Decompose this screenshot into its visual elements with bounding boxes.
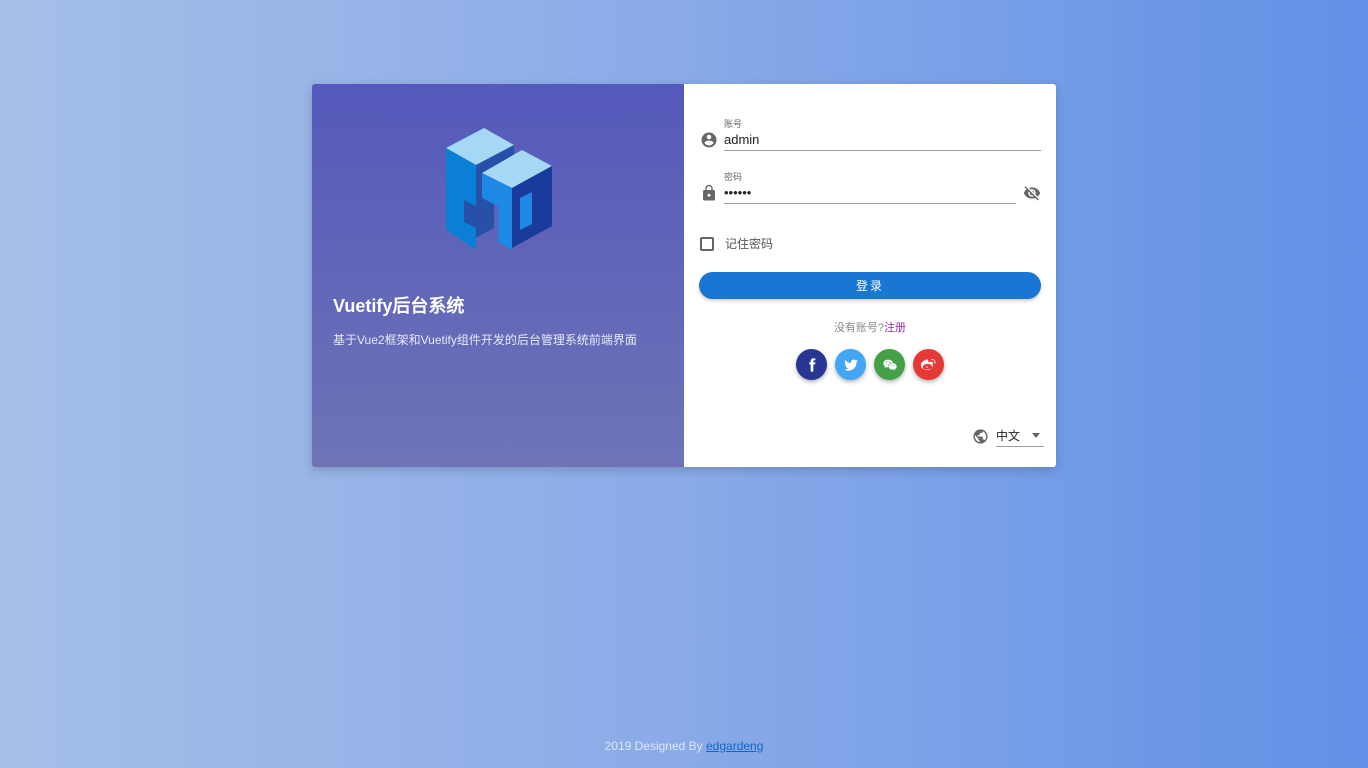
weibo-icon: [920, 358, 935, 370]
login-card: Vuetify后台系统 基于Vue2框架和Vuetify组件开发的后台管理系统前…: [312, 84, 1056, 467]
language-select[interactable]: 中文: [996, 425, 1044, 447]
account-circle-icon: [701, 132, 717, 148]
login-button[interactable]: 登录: [699, 272, 1041, 299]
signup-prompt: 没有账号?注册: [684, 319, 1056, 335]
footer-author-link[interactable]: edgardeng: [706, 739, 763, 753]
eye-off-icon[interactable]: [1023, 184, 1041, 202]
username-field: 账号: [698, 117, 1041, 155]
wechat-button[interactable]: [874, 349, 905, 380]
globe-icon: [973, 428, 988, 444]
brand-title: Vuetify后台系统: [333, 296, 465, 316]
twitter-icon: [843, 359, 858, 371]
weibo-button[interactable]: [913, 349, 944, 380]
facebook-button[interactable]: [796, 349, 827, 380]
brand-subtitle: 基于Vue2框架和Vuetify组件开发的后台管理系统前端界面: [333, 333, 637, 347]
username-input[interactable]: [724, 129, 1041, 151]
signup-prompt-text: 没有账号?: [833, 322, 885, 334]
facebook-icon: [808, 357, 815, 372]
signup-link[interactable]: 注册: [884, 322, 906, 334]
footer-text: 2019 Designed By: [604, 739, 706, 753]
chevron-down-icon: [1032, 433, 1040, 438]
checkbox-box[interactable]: [700, 236, 714, 251]
social-login-row: [796, 349, 944, 380]
login-form-panel: 账号 密码 记住密码 登录 没有账号?注册: [684, 84, 1056, 467]
language-switcher: 中文: [972, 425, 1044, 447]
password-input[interactable]: [724, 182, 1016, 204]
remember-me-checkbox[interactable]: 记住密码: [700, 235, 773, 252]
cube-logo-icon: [446, 128, 552, 250]
brand-panel: Vuetify后台系统 基于Vue2框架和Vuetify组件开发的后台管理系统前…: [312, 84, 684, 467]
wechat-icon: [882, 359, 897, 370]
lock-icon: [703, 184, 715, 201]
page-footer: 2019 Designed By edgardeng: [0, 739, 1368, 753]
twitter-button[interactable]: [835, 349, 866, 380]
language-selected-value: 中文: [996, 429, 1021, 443]
remember-me-label: 记住密码: [725, 237, 774, 251]
password-field: 密码: [698, 170, 1041, 208]
